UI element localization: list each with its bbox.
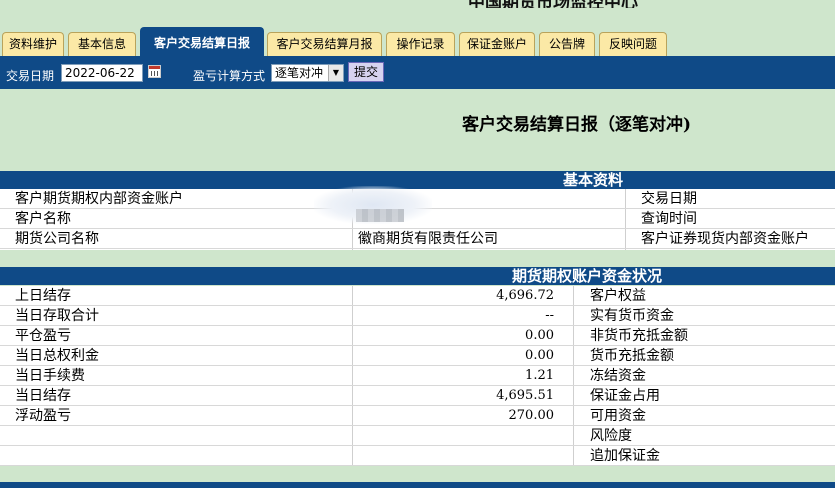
table-row: 追加保证金 (0, 446, 835, 466)
table-row: 平仓盈亏 0.00 非货币充抵金额 (0, 326, 835, 346)
tab-operation-log[interactable]: 操作记录 (386, 32, 455, 56)
page-title: 中国期货市场监控中心 (468, 0, 748, 8)
tab-bar: 资料维护 基本信息 客户交易结算日报 客户交易结算月报 操作记录 保证金账户 公… (0, 27, 835, 56)
table-row: 当日总权利金 0.00 货币充抵金额 (0, 346, 835, 366)
company-name-label: 期货公司名称 (15, 231, 99, 247)
tab-daily-settlement[interactable]: 客户交易结算日报 (140, 27, 264, 56)
fund-label: 上日结存 (15, 288, 71, 304)
tab-margin-account[interactable]: 保证金账户 (459, 32, 535, 56)
calendar-icon[interactable] (148, 65, 161, 78)
funds-section-title: 期货期权账户资金状况 (512, 267, 663, 285)
tab-monthly-settlement[interactable]: 客户交易结算月报 (267, 32, 382, 56)
chevron-down-icon: ▼ (328, 65, 343, 81)
calc-method-value: 逐笔对冲 (275, 66, 324, 80)
fund-right-label: 实有货币资金 (590, 308, 674, 324)
client-name-label: 客户名称 (15, 211, 71, 227)
fund-value: 270.00 (508, 408, 555, 423)
tab-bulletin[interactable]: 公告牌 (539, 32, 595, 56)
fund-label: 当日存取合计 (15, 308, 99, 324)
basic-section-title: 基本资料 (563, 171, 624, 189)
query-time-label: 查询时间 (641, 211, 697, 227)
funds-table: 上日结存 4,696.72 客户权益 当日存取合计 -- 实有货币资金 平仓盈亏… (0, 286, 835, 466)
table-row: 上日结存 4,696.72 客户权益 (0, 286, 835, 306)
fund-value: 4,696.72 (496, 288, 554, 303)
fund-value: 0.00 (525, 328, 554, 343)
query-toolbar: 交易日期 2022-06-22 盈亏计算方式 逐笔对冲 ▼ (0, 56, 835, 89)
fund-label: 当日手续费 (15, 368, 85, 384)
trade-date-field-label: 交易日期 (641, 191, 697, 207)
fund-value (360, 426, 554, 446)
fund-label: 当日总权利金 (15, 348, 99, 364)
fund-value (360, 446, 554, 466)
fund-right-label: 风险度 (590, 428, 632, 444)
report-title: 客户交易结算日报（逐笔对冲) (462, 115, 692, 135)
table-row: 浮动盈亏 270.00 可用资金 (0, 406, 835, 426)
redaction-mosaic (356, 209, 404, 222)
next-section-header (0, 482, 835, 488)
table-row: 期货公司名称 徽商期货有限责任公司 客户证券现货内部资金账户 (0, 229, 835, 249)
table-row: 当日存取合计 -- 实有货币资金 (0, 306, 835, 326)
fund-value: -- (545, 308, 554, 323)
fund-label: 浮动盈亏 (15, 408, 71, 424)
trade-date-label: 交易日期 (6, 69, 55, 83)
table-row: 当日结存 4,695.51 保证金占用 (0, 386, 835, 406)
trade-date-input[interactable]: 2022-06-22 (61, 64, 143, 82)
fund-value: 1.21 (525, 368, 554, 383)
fund-right-label: 货币充抵金额 (590, 348, 674, 364)
company-name-value: 徽商期货有限责任公司 (358, 231, 498, 247)
fund-right-label: 追加保证金 (590, 448, 660, 464)
fund-value: 0.00 (525, 348, 554, 363)
fund-right-label: 保证金占用 (590, 388, 660, 404)
fund-right-label: 客户权益 (590, 288, 646, 304)
table-row: 当日手续费 1.21 冻结资金 (0, 366, 835, 386)
fund-right-label: 可用资金 (590, 408, 646, 424)
fund-label: 当日结存 (15, 388, 71, 404)
fund-label: 平仓盈亏 (15, 328, 71, 344)
securities-account-label: 客户证券现货内部资金账户 (641, 231, 809, 247)
fund-value: 4,695.51 (496, 388, 554, 403)
tab-data-maintenance[interactable]: 资料维护 (2, 32, 64, 56)
table-row: 风险度 (0, 426, 835, 446)
tab-feedback[interactable]: 反映问题 (599, 32, 667, 56)
fund-right-label: 冻结资金 (590, 368, 646, 384)
tab-basic-info[interactable]: 基本信息 (68, 32, 136, 56)
submit-button[interactable]: 提交 (348, 62, 384, 82)
fund-right-label: 非货币充抵金额 (590, 328, 688, 344)
calc-method-select[interactable]: 逐笔对冲 ▼ (271, 64, 344, 82)
calc-method-label: 盈亏计算方式 (193, 69, 266, 83)
funds-section-header: 期货期权账户资金状况 (0, 267, 835, 285)
account-label: 客户期货期权内部资金账户 (15, 191, 183, 207)
